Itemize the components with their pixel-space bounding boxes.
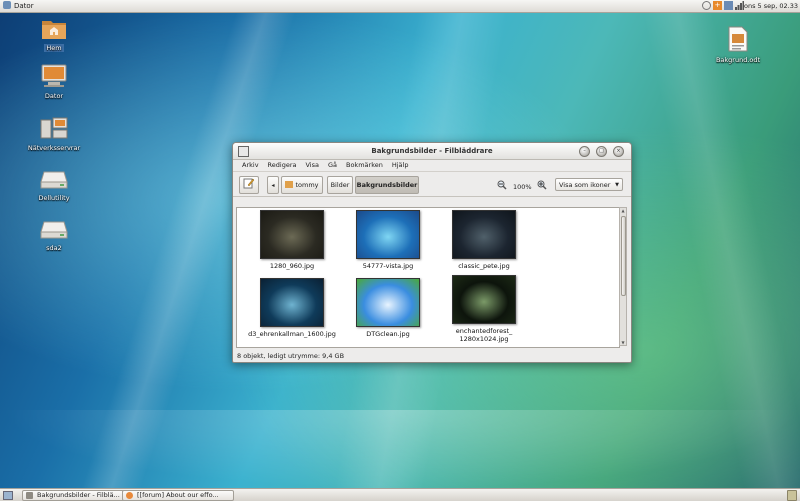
- file-browser-icon: [26, 492, 33, 499]
- notification-area: +: [702, 1, 744, 10]
- location-toolbar: ◂ tommy Bilder Bakgrundsbilder 100% Visa…: [233, 172, 631, 197]
- drive-icon: [40, 171, 68, 189]
- thumbnail-image: [452, 210, 516, 259]
- clock-applet-icon[interactable]: [702, 1, 711, 10]
- view-mode-select[interactable]: Visa som ikoner ▼: [555, 178, 623, 191]
- signal-strength-icon[interactable]: [735, 1, 744, 10]
- network-servers-icon: [40, 117, 68, 139]
- menu-visa[interactable]: Visa: [305, 160, 318, 171]
- minimize-button[interactable]: –: [579, 146, 590, 157]
- vertical-scrollbar[interactable]: ▲ ▼: [619, 207, 627, 346]
- file-item[interactable]: 54777-vista.jpg: [343, 210, 433, 270]
- menu-ga[interactable]: Gå: [328, 160, 337, 171]
- desktop-icon-sda2[interactable]: sda2: [24, 218, 84, 252]
- computer-menu-icon: [3, 1, 11, 9]
- scroll-up-icon[interactable]: ▲: [620, 208, 626, 213]
- desktop-icon-dellutility[interactable]: Dellutility: [24, 168, 84, 202]
- home-folder-icon: [42, 21, 66, 39]
- file-name: enchantedforest_ 1280x1024.jpg: [455, 327, 513, 343]
- file-name: d3_ehrenkallman_1600.jpg: [248, 330, 336, 338]
- desktop-icon-bakgrund-odt[interactable]: Bakgrund.odt: [708, 26, 768, 64]
- trash-icon[interactable]: [787, 490, 797, 501]
- path-button-tommy[interactable]: tommy: [281, 176, 323, 194]
- file-icon-view[interactable]: 1280_960.jpg 54777-vista.jpg classic_pet…: [236, 207, 620, 348]
- clock[interactable]: ons 5 sep, 02.33: [744, 1, 798, 11]
- close-button[interactable]: ×: [613, 146, 624, 157]
- show-desktop-icon[interactable]: [3, 491, 13, 500]
- scrollbar-thumb[interactable]: [621, 216, 626, 296]
- chevron-left-icon: ◂: [271, 182, 275, 189]
- menubar: Arkiv Redigera Visa Gå Bokmärken Hjälp: [233, 160, 631, 172]
- thumbnail-image: [260, 278, 324, 327]
- update-icon[interactable]: +: [713, 1, 722, 10]
- file-item[interactable]: DTGclean.jpg: [343, 278, 433, 338]
- path-button-bilder[interactable]: Bilder: [327, 176, 353, 194]
- scroll-down-icon[interactable]: ▼: [620, 340, 626, 345]
- thumbnail-image: [260, 210, 324, 259]
- computer-icon: [41, 64, 67, 87]
- desktop-icon-computer[interactable]: Dator: [24, 64, 84, 100]
- file-name: DTGclean.jpg: [366, 330, 410, 338]
- menu-bokmarken[interactable]: Bokmärken: [346, 160, 383, 171]
- file-item[interactable]: d3_ehrenkallman_1600.jpg: [247, 278, 337, 338]
- network-icon[interactable]: [724, 1, 733, 10]
- home-icon: [285, 181, 294, 188]
- taskbar-button-file-browser[interactable]: Bakgrundsbilder - Filblä...: [22, 490, 134, 501]
- chevron-down-icon: ▼: [615, 182, 619, 188]
- status-bar: 8 objekt, ledigt utrymme: 9,4 GB: [237, 352, 345, 360]
- file-name: 1280_960.jpg: [269, 262, 315, 270]
- edit-location-button[interactable]: [239, 176, 259, 194]
- menu-arkiv[interactable]: Arkiv: [242, 160, 259, 171]
- path-button-bakgrundsbilder[interactable]: Bakgrundsbilder: [355, 176, 419, 194]
- window-titlebar[interactable]: Bakgrundsbilder - Filbläddrare – □ ×: [233, 143, 631, 160]
- thumbnail-image: [356, 210, 420, 259]
- bottom-panel: Bakgrundsbilder - Filblä... [[forum] Abo…: [0, 488, 800, 501]
- drive-icon: [40, 221, 68, 239]
- desktop-icon-home[interactable]: Hem: [24, 16, 84, 52]
- window-title: Bakgrundsbilder - Filbläddrare: [371, 147, 493, 155]
- zoom-in-icon[interactable]: [537, 180, 547, 190]
- file-name: 54777-vista.jpg: [362, 262, 414, 270]
- document-icon: [728, 26, 748, 52]
- places-menu[interactable]: Dator: [3, 1, 34, 11]
- file-item[interactable]: 1280_960.jpg: [247, 210, 337, 270]
- maximize-button[interactable]: □: [596, 146, 607, 157]
- path-back-button[interactable]: ◂: [267, 176, 279, 194]
- file-item[interactable]: classic_pete.jpg: [439, 210, 529, 270]
- firefox-icon: [126, 492, 133, 499]
- thumbnail-image: [452, 275, 516, 324]
- file-name: classic_pete.jpg: [458, 262, 510, 270]
- menu-redigera[interactable]: Redigera: [268, 160, 297, 171]
- thumbnail-image: [356, 278, 420, 327]
- menu-hjalp[interactable]: Hjälp: [392, 160, 409, 171]
- top-panel: Dator + ons 5 sep, 02.33: [0, 0, 800, 13]
- desktop-icon-network[interactable]: Nätverksservrar: [24, 116, 84, 152]
- zoom-out-icon[interactable]: [497, 180, 507, 190]
- file-item[interactable]: enchantedforest_ 1280x1024.jpg: [439, 275, 529, 343]
- file-browser-window: Bakgrundsbilder - Filbläddrare – □ × Ark…: [232, 142, 632, 363]
- pencil-icon: [243, 178, 255, 189]
- zoom-level[interactable]: 100%: [513, 183, 532, 191]
- taskbar-button-firefox[interactable]: [[forum] About our effo...: [122, 490, 234, 501]
